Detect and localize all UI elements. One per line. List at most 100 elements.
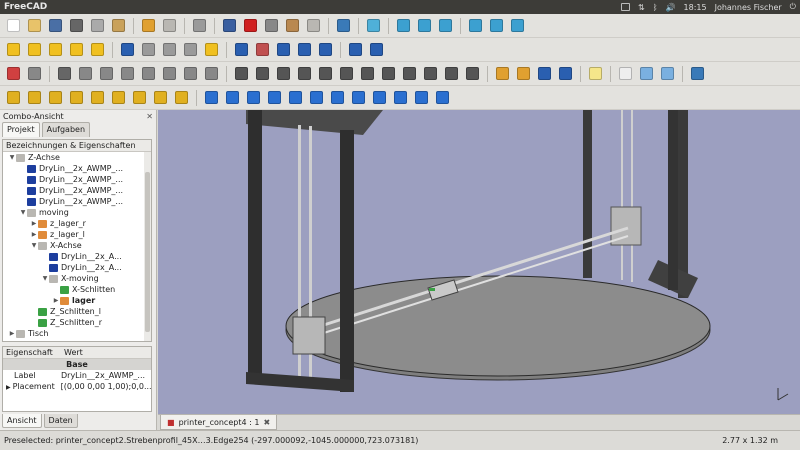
part-box-button[interactable] [4,40,23,59]
fillet-button[interactable] [295,40,314,59]
sketch-map-button[interactable] [25,64,44,83]
view-rear-button[interactable] [466,16,485,35]
slope-constraint-button[interactable] [400,64,419,83]
refresh-button[interactable] [190,16,209,35]
revolve-button[interactable] [253,40,272,59]
draft-to-sketch-button[interactable] [433,88,452,107]
draft-text-button[interactable] [151,88,170,107]
draft-wire-button[interactable] [25,88,44,107]
document-tab[interactable]: ■ printer_concept4 : 1 ✖ [160,415,278,430]
view-right-button[interactable] [436,16,455,35]
add-point-button[interactable] [370,88,389,107]
wifi-icon[interactable]: ⇅ [638,3,645,12]
draft-line-button[interactable] [4,88,23,107]
bluetooth-icon[interactable]: ᛒ [653,3,658,12]
note-button[interactable] [586,64,605,83]
save-button[interactable] [46,16,65,35]
groove-button[interactable] [556,64,575,83]
property-row[interactable]: Label DryLin__2x_AWMP_... [3,370,151,381]
part-cylinder-button[interactable] [25,40,44,59]
arc-tool-button[interactable] [118,64,137,83]
z-carriage-left[interactable] [292,316,326,355]
draft-arc-button[interactable] [67,88,86,107]
drawing-a3-button[interactable] [616,64,635,83]
drawing-annotation-button[interactable] [658,64,677,83]
tree-scrollbar[interactable] [144,152,151,341]
draft-bspline-button[interactable] [130,88,149,107]
corner-constraint-button[interactable] [274,64,293,83]
frame-post-right[interactable] [668,110,678,290]
drawing-view-button[interactable] [637,64,656,83]
web-button[interactable] [688,64,707,83]
symmetric-constraint-button[interactable] [463,64,482,83]
expand-arrow-icon[interactable]: ▼ [30,242,38,249]
mail-icon[interactable] [621,3,631,11]
loft-button[interactable] [346,40,365,59]
user-name[interactable]: Johannes Fischer [715,3,782,12]
tree-item[interactable]: ▼ X-moving [3,273,151,284]
tree-item[interactable]: DryLin__2x_AWMP_... [3,174,151,185]
model-tree[interactable]: Bezeichnungen & Eigenschaften ▼ Z-Achse Dr… [2,139,152,342]
parallel-constraint-button[interactable] [421,64,440,83]
mirror-button[interactable] [274,40,293,59]
view-axonometric-button[interactable] [364,16,383,35]
scrollbar-thumb[interactable] [145,172,150,332]
lock-constraint-button[interactable] [232,64,251,83]
expand-arrow-icon[interactable]: ▶ [6,384,11,391]
trim-button[interactable] [181,64,200,83]
expand-arrow-icon[interactable]: ▼ [41,275,49,282]
close-panel-icon[interactable]: ✕ [146,112,153,121]
shape-to-2d-button[interactable] [412,88,431,107]
sketch-button[interactable] [4,64,23,83]
fit-all-button[interactable] [334,16,353,35]
property-row[interactable]: ▶ Placement [(0,00 0,00 1,00);0,0... [3,381,151,392]
tree-item[interactable]: DryLin__2x_AWMP_... [3,185,151,196]
part-cone-button[interactable] [67,40,86,59]
new-document-button[interactable] [4,16,23,35]
edit-macro-button[interactable] [283,16,302,35]
frame-top-beam[interactable] [246,110,383,135]
tree-item[interactable]: ▶ lager [3,295,151,306]
boolean-button[interactable] [118,40,137,59]
frame-post-back-left[interactable] [583,110,592,278]
tree-item[interactable]: ▶ z_lager_r [3,218,151,229]
draft-circle-button[interactable] [46,88,65,107]
expand-arrow-icon[interactable]: ▶ [52,297,60,304]
angle-constraint-button[interactable] [379,64,398,83]
part-sphere-button[interactable] [46,40,65,59]
tab-aufgaben[interactable]: Aufgaben [41,122,91,137]
tree-item[interactable]: DryLin__2x_AWMP_... [3,196,151,207]
tree-item[interactable]: DryLin__2x_A... [3,251,151,262]
radius-constraint-button[interactable] [358,64,377,83]
redo-button[interactable] [160,16,179,35]
tree-item[interactable]: X-Schlitten [3,284,151,295]
view-bottom-button[interactable] [487,16,506,35]
3d-viewport[interactable] [158,110,800,414]
sweep-button[interactable] [367,40,386,59]
upgrade-button[interactable] [265,88,284,107]
wire-to-bspline-button[interactable] [349,88,368,107]
cut-shape-button[interactable] [139,40,158,59]
record-macro-button[interactable] [241,16,260,35]
expand-arrow-icon[interactable]: ▶ [30,220,38,227]
tree-item[interactable]: Z_Schlitten_l [3,306,151,317]
equal-constraint-button[interactable] [442,64,461,83]
chamfer-button[interactable] [316,40,335,59]
open-button[interactable] [25,16,44,35]
guide-rod-back-2[interactable] [631,110,633,282]
circle-tool-button[interactable] [76,64,95,83]
frame-post-front-left[interactable] [248,110,262,382]
guide-rod-back-1[interactable] [621,110,623,280]
common-button[interactable] [181,40,200,59]
tree-item[interactable]: DryLin__2x_A... [3,262,151,273]
tree-item[interactable]: Z_Schlitten_r [3,317,151,328]
rectangle-tool-button[interactable] [139,64,158,83]
rotate-button[interactable] [223,88,242,107]
draft-polygon-button[interactable] [109,88,128,107]
vertical-constraint-button[interactable] [316,64,335,83]
del-point-button[interactable] [391,88,410,107]
stop-macro-button[interactable] [262,16,281,35]
cut-button[interactable] [67,16,86,35]
copy-button[interactable] [88,16,107,35]
part-torus-button[interactable] [88,40,107,59]
